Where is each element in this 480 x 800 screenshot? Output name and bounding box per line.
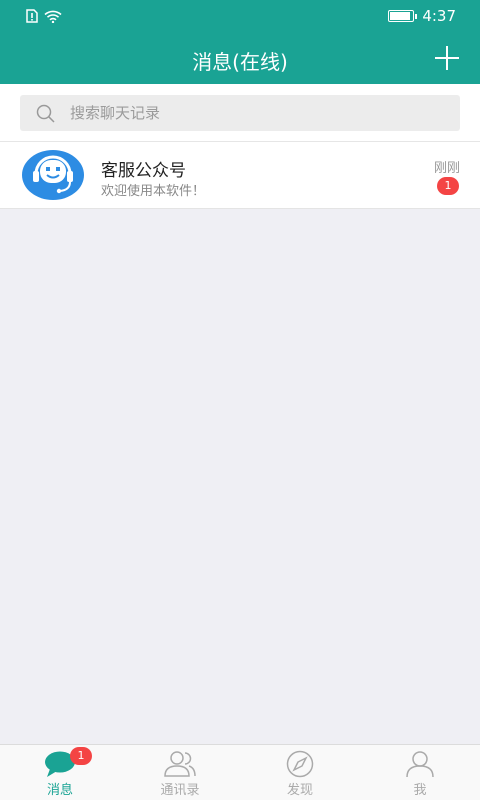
conversation-preview: 欢迎使用本软件！	[101, 184, 206, 199]
conversation-item[interactable]: 客服公众号 欢迎使用本软件！ 刚刚 1	[0, 142, 480, 209]
status-time: 4:37	[422, 7, 456, 25]
tab-me-label: 我	[413, 783, 427, 798]
tab-contacts[interactable]: 通讯录	[120, 745, 240, 800]
avatar	[22, 150, 84, 200]
tab-discover[interactable]: 发现	[240, 745, 360, 800]
unread-badge: 1	[437, 177, 459, 195]
search-input[interactable]	[70, 95, 440, 131]
conversation-name: 客服公众号	[101, 161, 186, 181]
plus-icon	[435, 46, 459, 70]
person-icon	[406, 751, 434, 778]
conversation-time: 刚刚	[433, 161, 460, 176]
customer-service-icon	[33, 155, 73, 194]
compass-icon	[286, 750, 314, 778]
page-title: 消息(在线)	[192, 50, 288, 74]
contacts-icon	[164, 751, 196, 777]
wifi-icon	[44, 10, 62, 23]
tab-messages[interactable]: 1 消息	[0, 745, 120, 800]
bottom-tab-bar: 1 消息 通讯录 发现 我	[0, 744, 480, 800]
tab-messages-badge: 1	[70, 747, 92, 765]
tab-messages-label: 消息	[46, 783, 73, 798]
sim-alert-icon	[26, 9, 38, 23]
status-bar: 4:37	[0, 0, 480, 34]
tab-contacts-label: 通讯录	[160, 783, 200, 798]
tab-me[interactable]: 我	[360, 745, 480, 800]
top-header: 消息(在线)	[0, 34, 480, 84]
battery-icon	[388, 10, 418, 22]
add-button[interactable]	[434, 45, 460, 71]
search-box[interactable]	[20, 95, 460, 131]
search-icon	[36, 104, 55, 123]
tab-discover-label: 发现	[286, 783, 313, 798]
search-bar	[0, 84, 480, 142]
